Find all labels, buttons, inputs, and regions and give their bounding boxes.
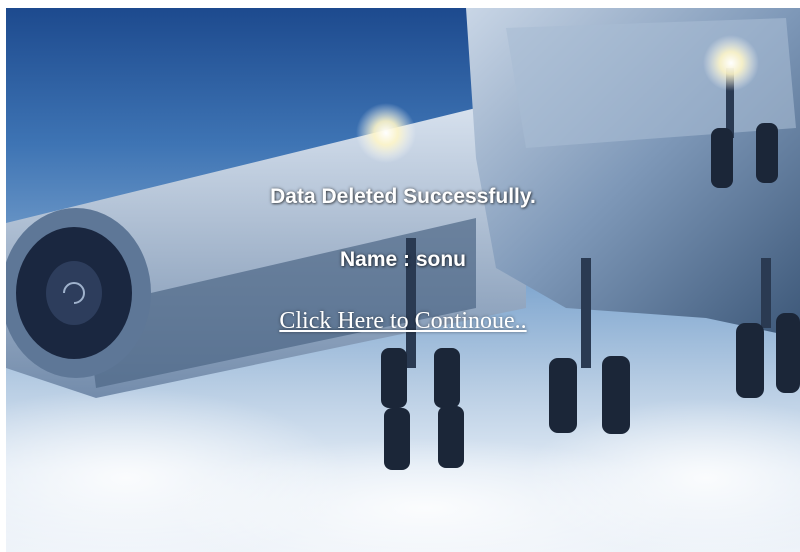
name-separator: : — [397, 248, 416, 271]
name-value: sonu — [415, 248, 467, 271]
message-panel: Data Deleted Successfully. Name : sonu C… — [6, 8, 800, 552]
page: Data Deleted Successfully. Name : sonu C… — [0, 0, 800, 552]
name-label: Name — [339, 248, 398, 271]
deleted-name-line: Name : sonu — [6, 248, 800, 272]
status-message: Data Deleted Successfully. — [270, 185, 536, 208]
continue-link-container: Click Here to Continoue.. — [6, 308, 800, 335]
continue-link[interactable]: Click Here to Continoue.. — [279, 308, 526, 334]
